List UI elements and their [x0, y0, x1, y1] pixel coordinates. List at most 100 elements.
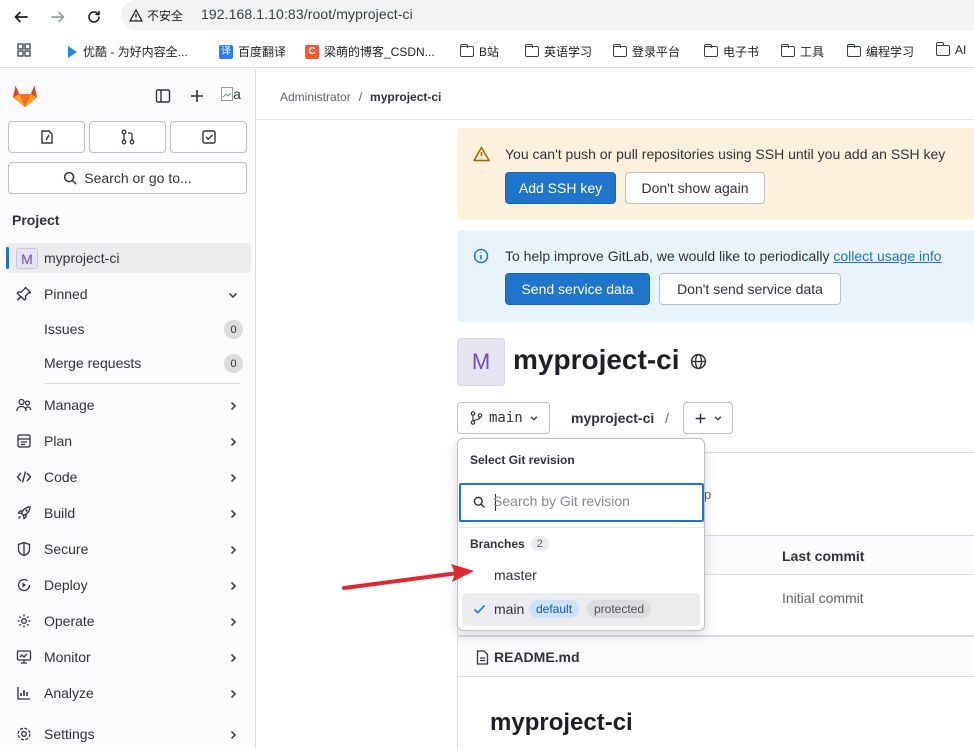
collapse-sidebar-button[interactable] — [152, 85, 174, 107]
readme-file-link[interactable]: README.md — [494, 649, 580, 665]
sidebar-item-label: Analyze — [44, 685, 94, 701]
sidebar-item-operate[interactable]: Operate — [6, 606, 251, 636]
sidebar-item-build[interactable]: Build — [6, 498, 251, 528]
back-button[interactable] — [8, 4, 34, 30]
avatar[interactable]: a — [218, 83, 244, 105]
bookmark-baidu-translate[interactable]: 译 百度翻译 — [219, 43, 286, 60]
sidebar-item-monitor[interactable]: Monitor — [6, 642, 251, 672]
bookmark-folder[interactable]: 登录平台 — [612, 43, 680, 60]
search-or-go-to-button[interactable]: Search or go to... — [8, 162, 247, 194]
group-count-badge: 2 — [530, 537, 549, 551]
breadcrumb-current[interactable]: myproject-ci — [370, 90, 441, 104]
sidebar-item-code[interactable]: Code — [6, 462, 251, 492]
sidebar-item-label: Operate — [44, 613, 95, 629]
url-text[interactable]: 192.168.1.10:83/root/myproject-ci — [201, 6, 413, 22]
security-indicator[interactable]: 不安全 — [129, 7, 183, 24]
sidebar-item-label: Plan — [44, 433, 73, 449]
sidebar-item-project[interactable]: M myproject-ci — [6, 243, 251, 273]
breadcrumb-parent-link[interactable]: Administrator — [280, 90, 351, 104]
sidebar-item-label: Merge requests — [44, 355, 142, 371]
revision-search-field[interactable] — [459, 483, 704, 522]
dont-show-again-button[interactable]: Don't show again — [625, 172, 765, 204]
sidebar-item-label: Pinned — [44, 286, 88, 302]
sidebar-item-label: Issues — [44, 321, 85, 337]
send-service-data-button[interactable]: Send service data — [505, 273, 650, 305]
globe-icon — [690, 353, 707, 373]
bookmark-folder[interactable]: AI — [935, 42, 967, 57]
forward-button[interactable] — [45, 4, 71, 30]
branch-switcher-button[interactable]: main — [457, 402, 550, 434]
bookmark-label: 编程学习 — [866, 45, 915, 59]
planning-icon — [16, 433, 32, 449]
bookmark-label: AI — [955, 43, 967, 57]
bookmark-folder[interactable]: B站 — [459, 43, 500, 60]
folder-icon — [780, 43, 795, 57]
translate-icon: 译 — [219, 44, 233, 59]
sidebar-item-issues[interactable]: Issues 0 — [6, 314, 251, 344]
bookmark-folder[interactable]: 英语学习 — [524, 43, 592, 60]
commit-message-link[interactable]: Initial commit — [782, 590, 864, 606]
branch-name: main — [489, 410, 523, 426]
revision-search-input[interactable] — [493, 493, 693, 509]
bookmark-folder[interactable]: 编程学习 — [846, 43, 915, 60]
annotation-arrow-icon — [342, 564, 474, 590]
sidebar-item-label: Settings — [44, 726, 95, 742]
folder-icon — [846, 43, 861, 57]
sidebar-item-settings[interactable]: Settings — [6, 719, 251, 749]
sidebar-item-label: Monitor — [44, 649, 91, 665]
thumbtack-icon — [16, 286, 32, 302]
breadcrumb: Administrator / myproject-ci — [280, 90, 441, 104]
collect-usage-info-link[interactable]: collect usage info — [833, 248, 941, 264]
add-to-tree-button[interactable] — [683, 402, 733, 434]
assigned-issues-button[interactable] — [8, 121, 85, 153]
bookmark-csdn[interactable]: C 梁萌的博客_CSDN... — [305, 43, 435, 60]
repo-path-link[interactable]: myproject-ci — [571, 410, 654, 426]
folder-icon — [703, 43, 718, 57]
sidebar-item-plan[interactable]: Plan — [6, 426, 251, 456]
sidebar-item-secure[interactable]: Secure — [6, 534, 251, 564]
bookmark-folder[interactable]: 电子书 — [703, 43, 759, 60]
code-icon — [16, 469, 32, 485]
todo-icon — [201, 130, 216, 144]
information-icon — [473, 248, 489, 267]
partial-text: p — [704, 487, 712, 502]
security-label: 不安全 — [147, 9, 184, 23]
tanuki-icon — [13, 85, 37, 107]
add-ssh-key-button[interactable]: Add SSH key — [505, 172, 616, 204]
project-title: myproject-ci — [513, 344, 680, 375]
project-avatar: M — [457, 338, 505, 386]
branch-option-master[interactable]: master — [462, 559, 700, 592]
csdn-icon: C — [305, 44, 319, 59]
create-new-button[interactable] — [186, 85, 208, 107]
bookmark-label: B站 — [479, 45, 500, 59]
plus-icon — [695, 413, 705, 423]
gitlab-logo[interactable] — [12, 82, 38, 108]
sidebar-item-merge-requests[interactable]: Merge requests 0 — [6, 348, 251, 378]
merge-requests-button[interactable] — [89, 121, 166, 153]
chevron-down-icon — [714, 416, 721, 421]
group-label: Branches — [470, 537, 525, 551]
reload-button[interactable] — [81, 4, 107, 30]
chevron-right-icon — [227, 543, 239, 559]
search-icon — [473, 496, 486, 512]
folder-icon — [459, 43, 474, 57]
apps-icon[interactable] — [17, 43, 31, 57]
usage-data-alert: To help improve GitLab, we would like to… — [457, 230, 974, 322]
sidebar-item-deploy[interactable]: Deploy — [6, 570, 251, 600]
warning-triangle-icon — [129, 9, 143, 22]
sidebar-item-analyze[interactable]: Analyze — [6, 678, 251, 708]
sidebar-item-label: myproject-ci — [44, 250, 120, 266]
bookmark-folder[interactable]: 工具 — [780, 43, 825, 60]
branch-option-main[interactable]: main default protected — [462, 593, 700, 626]
column-header-last-commit: Last commit — [782, 548, 865, 564]
todo-list-button[interactable] — [170, 121, 247, 153]
bookmark-youku[interactable]: 优酷 - 为好内容全... — [66, 43, 188, 60]
sidebar-item-manage[interactable]: Manage — [6, 390, 251, 420]
sidebar-section-pinned[interactable]: Pinned — [6, 279, 251, 309]
dont-send-service-data-button[interactable]: Don't send service data — [659, 273, 841, 305]
repo-path-separator: / — [665, 410, 669, 426]
bookmark-label: 工具 — [800, 45, 825, 59]
monitor-icon — [16, 649, 32, 665]
usage-alert-message: To help improve GitLab, we would like to… — [505, 248, 834, 264]
chevron-right-icon — [227, 651, 239, 667]
